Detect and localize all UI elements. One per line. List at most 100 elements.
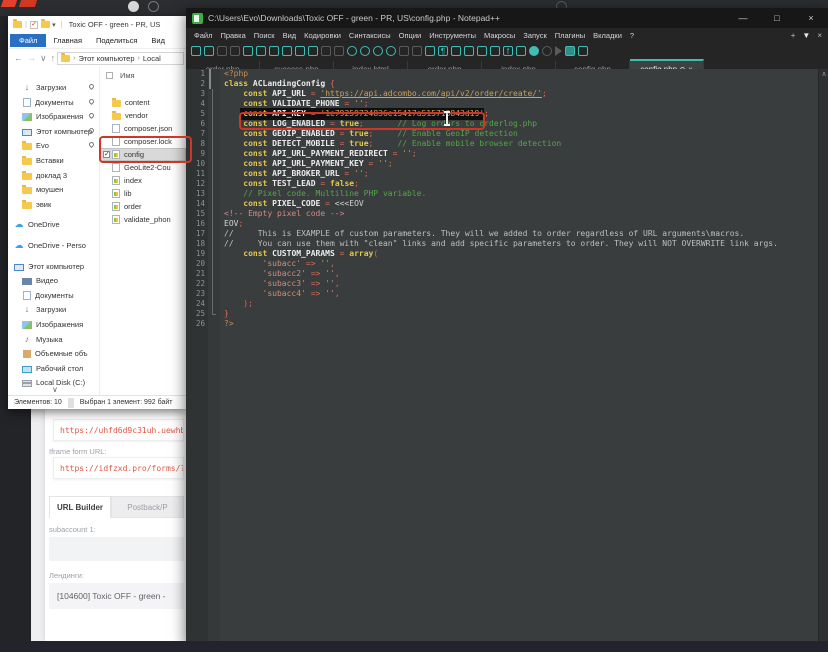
code-line-11[interactable]: 11 const API_BROKER_URL = ''; (186, 169, 818, 179)
run-macro-icon[interactable] (565, 46, 575, 56)
code-line-13[interactable]: 13 // Pixel code. Multiline PHP variable… (186, 189, 818, 199)
code-editor[interactable]: 1<?php2class ACLandingConfig {3 const AP… (186, 69, 818, 644)
undo-icon[interactable] (321, 46, 331, 56)
stop-record-icon[interactable] (542, 46, 552, 56)
code-line-17[interactable]: 17// This is EXAMPLE of custom parameter… (186, 229, 818, 239)
quick-access-newfolder-icon[interactable] (41, 21, 50, 28)
breadcrumb[interactable]: › Этот компьютер › Local (57, 52, 184, 65)
sync-scroll-h-icon[interactable] (412, 46, 422, 56)
quick-access-properties-icon[interactable]: ✓ (30, 21, 38, 29)
nav-item-7[interactable]: моушен (8, 183, 100, 196)
code-line-25[interactable]: 25} (186, 309, 818, 319)
code-line-1[interactable]: 1<?php (186, 69, 818, 79)
code-view-icon[interactable] (464, 46, 474, 56)
nav-item-12[interactable]: Видео (8, 274, 100, 287)
nav-item-0[interactable]: Загрузки (8, 81, 100, 94)
code-line-15[interactable]: 15<!-- Empty pixel code --> (186, 209, 818, 219)
np-menu-item-3[interactable]: Вид (279, 31, 301, 40)
np-menu-item-11[interactable]: Вкладки (589, 31, 626, 40)
new-file-icon[interactable] (191, 46, 201, 56)
breadcrumb-this-pc[interactable]: Этот компьютер (78, 54, 134, 63)
np-menu-item-9[interactable]: Запуск (519, 31, 550, 40)
ribbon-tab-file[interactable]: Файл (10, 34, 46, 47)
code-line-19[interactable]: 19 const CUSTOM_PARAMS = array( (186, 249, 818, 259)
close-all-icon[interactable] (256, 46, 266, 56)
monitor-icon[interactable] (516, 46, 526, 56)
file-row-lib[interactable]: lib (100, 187, 186, 200)
zoom-out-icon[interactable] (386, 46, 396, 56)
column-header-name[interactable]: Имя (120, 71, 135, 80)
code-line-14[interactable]: 14 const PIXEL_CODE = <<<EOV (186, 199, 818, 209)
scroll-up-icon[interactable]: ∧ (819, 69, 828, 81)
save-all-icon[interactable] (230, 46, 240, 56)
maximize-button[interactable]: □ (760, 8, 794, 28)
close-button[interactable]: × (794, 8, 828, 28)
copy-icon[interactable] (295, 46, 305, 56)
file-row-vendor[interactable]: vendor (100, 109, 186, 122)
editor-scrollbar[interactable]: ∧ (818, 69, 828, 644)
nav-item-8[interactable]: эвик (8, 198, 100, 211)
np-menu-item-10[interactable]: Плагины (551, 31, 589, 40)
file-row-index[interactable]: index (100, 174, 186, 187)
tab-url-builder[interactable]: URL Builder (49, 496, 111, 518)
np-menu-item-0[interactable]: Файл (190, 31, 216, 40)
file-list-header[interactable]: Имя (100, 69, 135, 81)
code-line-24[interactable]: 24 ); (186, 299, 818, 309)
np-menu-item-5[interactable]: Синтаксисы (345, 31, 395, 40)
code-line-9[interactable]: 9 const API_URL_PAYMENT_REDIRECT = ''; (186, 149, 818, 159)
nav-item-16[interactable]: Музыка (8, 333, 100, 346)
code-line-21[interactable]: 21 'subacc2' => '', (186, 269, 818, 279)
indent-guide-icon[interactable] (451, 46, 461, 56)
playback-macro-icon[interactable] (555, 46, 562, 56)
open-file-icon[interactable] (204, 46, 214, 56)
record-macro-icon[interactable] (529, 46, 539, 56)
nav-item-11[interactable]: Этот компьютер (8, 260, 100, 273)
show-all-chars-icon[interactable]: ¶ (438, 46, 448, 56)
nav-item-10[interactable]: OneDrive - Person (8, 239, 100, 252)
np-menu-item-1[interactable]: Правка (216, 31, 249, 40)
breadcrumb-local[interactable]: Local (143, 54, 161, 63)
nav-item-14[interactable]: Загрузки (8, 303, 100, 316)
quick-access-caret-icon[interactable]: ▾ (52, 21, 56, 29)
nav-item-13[interactable]: Документы (8, 289, 100, 302)
file-row-order[interactable]: order (100, 200, 186, 213)
file-row-composer.json[interactable]: composer.json (100, 122, 186, 135)
np-menu-item-2[interactable]: Поиск (250, 31, 279, 40)
up-icon[interactable]: ↑ (51, 53, 56, 63)
code-line-7[interactable]: 7 const GEOIP_ENABLED = true; // Enable … (186, 129, 818, 139)
fold-marker-icon[interactable] (209, 78, 211, 89)
tab-list-icon[interactable]: ▼ (802, 31, 810, 40)
ribbon-tab-home[interactable]: Главная (46, 34, 89, 47)
zoom-in-icon[interactable] (373, 46, 383, 56)
landing-url-field[interactable]: https://uhfd6d9c31uh.uewhbgfvds (53, 419, 184, 441)
code-line-2[interactable]: 2class ACLandingConfig { (186, 79, 818, 89)
close-tab-icon[interactable]: × (817, 31, 822, 40)
explorer-titlebar[interactable]: | ✓ ▾ | Toxic OFF - green - PR, US (8, 16, 186, 33)
np-menu-item-8[interactable]: Макросы (480, 31, 519, 40)
recent-icon[interactable]: ∨ (40, 53, 47, 64)
replace-icon[interactable] (360, 46, 370, 56)
nav-item-2[interactable]: Изображения (8, 110, 100, 123)
doc-map-icon[interactable] (477, 46, 487, 56)
save-icon[interactable] (217, 46, 227, 56)
nav-item-9[interactable]: OneDrive (8, 218, 100, 231)
file-row-validate_phon[interactable]: validate_phon (100, 213, 186, 226)
code-line-3[interactable]: 3 const API_URL = 'https://api.adcombo.c… (186, 89, 818, 99)
np-menu-item-7[interactable]: Инструменты (425, 31, 480, 40)
nav-item-18[interactable]: Рабочий стол (8, 362, 100, 375)
code-line-22[interactable]: 22 'subacc3' => '', (186, 279, 818, 289)
code-line-18[interactable]: 18// You can use them with "clean" links… (186, 239, 818, 249)
nav-item-3[interactable]: Этот компьютер (8, 125, 100, 138)
file-row-content[interactable]: content (100, 96, 186, 109)
nav-item-19[interactable]: Local Disk (C:) (8, 376, 100, 389)
code-line-16[interactable]: 16EOV; (186, 219, 818, 229)
word-wrap-icon[interactable] (425, 46, 435, 56)
doc-list-icon[interactable] (490, 46, 500, 56)
cut-icon[interactable] (282, 46, 292, 56)
ribbon-tab-share[interactable]: Поделиться (89, 34, 144, 47)
iframe-url-field[interactable]: https://idfzxd.pro/forms/?target= (53, 457, 184, 479)
find-icon[interactable] (347, 46, 357, 56)
minimize-button[interactable]: — (726, 8, 760, 28)
tab-postback[interactable]: Postback/P (111, 496, 184, 518)
close-icon[interactable] (243, 46, 253, 56)
